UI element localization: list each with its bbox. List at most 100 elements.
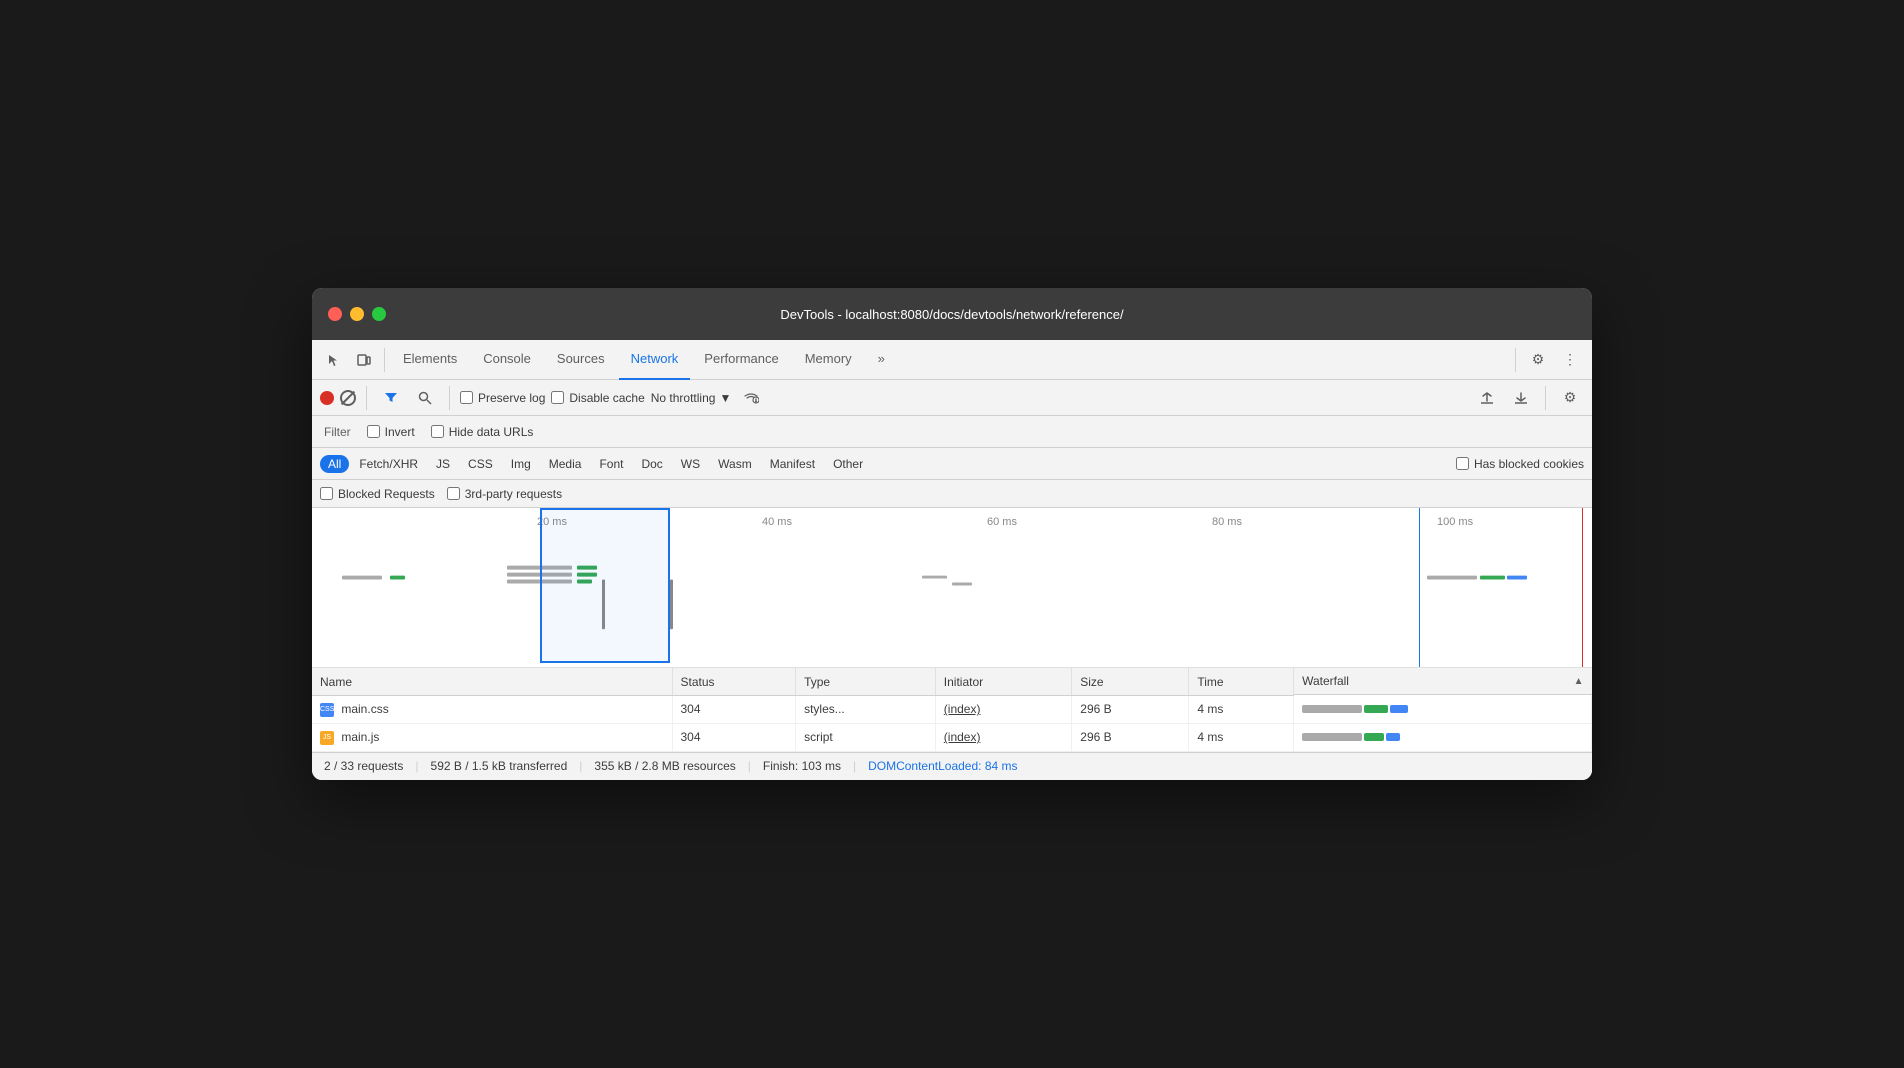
divider-3 xyxy=(366,386,367,410)
network-settings-btn[interactable]: ⚙ xyxy=(1556,384,1584,412)
hide-data-urls-checkbox-label[interactable]: Hide data URLs xyxy=(431,425,534,439)
disable-cache-checkbox[interactable] xyxy=(551,391,564,404)
col-type[interactable]: Type xyxy=(796,668,936,695)
preserve-log-checkbox[interactable] xyxy=(460,391,473,404)
search-icon-btn[interactable] xyxy=(411,384,439,412)
maximize-button[interactable] xyxy=(372,307,386,321)
waterfall-blue-css xyxy=(1390,705,1408,713)
timeline-svg xyxy=(312,508,1592,667)
has-blocked-cookies-label[interactable]: Has blocked cookies xyxy=(1456,457,1584,471)
table-row[interactable]: JS main.js 304 script (index) 296 B 4 ms xyxy=(312,723,1592,751)
col-initiator[interactable]: Initiator xyxy=(935,668,1071,695)
table-row[interactable]: CSS main.css 304 styles... (index) 296 B… xyxy=(312,695,1592,723)
waterfall-bars-css xyxy=(1302,705,1583,713)
blocked-requests-checkbox-label[interactable]: Blocked Requests xyxy=(320,487,435,501)
cell-waterfall-js xyxy=(1294,723,1592,751)
record-button[interactable] xyxy=(320,391,334,405)
type-btn-css[interactable]: CSS xyxy=(460,455,501,473)
cell-size-css: 296 B xyxy=(1072,695,1189,723)
sort-arrow-icon: ▲ xyxy=(1574,676,1584,687)
col-size[interactable]: Size xyxy=(1072,668,1189,695)
waterfall-gray-js xyxy=(1302,733,1362,741)
initiator-link-css[interactable]: (index) xyxy=(944,702,981,716)
tab-sources[interactable]: Sources xyxy=(545,340,617,380)
tab-console[interactable]: Console xyxy=(471,340,543,380)
waterfall-green-js xyxy=(1364,733,1384,741)
requests-table: Name Status Type Initiator Size xyxy=(312,668,1592,751)
invert-checkbox-label[interactable]: Invert xyxy=(367,425,415,439)
waterfall-green-css xyxy=(1364,705,1388,713)
status-divider-3: | xyxy=(748,759,751,773)
close-button[interactable] xyxy=(328,307,342,321)
status-divider-2: | xyxy=(579,759,582,773)
cell-type-js: script xyxy=(796,723,936,751)
type-btn-manifest[interactable]: Manifest xyxy=(762,455,823,473)
transferred-size: 592 B / 1.5 kB transferred xyxy=(431,759,568,773)
has-blocked-cookies-area: Has blocked cookies xyxy=(1456,457,1584,471)
network-toolbar-right: ⚙ xyxy=(1473,384,1584,412)
type-btn-fetch-xhr[interactable]: Fetch/XHR xyxy=(351,455,426,473)
disable-cache-checkbox-label[interactable]: Disable cache xyxy=(551,391,644,405)
more-options-btn[interactable]: ⋮ xyxy=(1556,346,1584,374)
top-toolbar: Elements Console Sources Network Perform… xyxy=(312,340,1592,380)
col-status[interactable]: Status xyxy=(672,668,796,695)
divider-5 xyxy=(1545,386,1546,410)
divider-2 xyxy=(1515,348,1516,372)
col-name[interactable]: Name xyxy=(312,668,672,695)
status-divider-4: | xyxy=(853,759,856,773)
tab-elements[interactable]: Elements xyxy=(391,340,469,380)
third-party-checkbox[interactable] xyxy=(447,487,460,500)
type-btn-js[interactable]: JS xyxy=(428,455,458,473)
titlebar: DevTools - localhost:8080/docs/devtools/… xyxy=(312,288,1592,340)
tab-memory[interactable]: Memory xyxy=(793,340,864,380)
col-time[interactable]: Time xyxy=(1189,668,1294,695)
devtools-body: Elements Console Sources Network Perform… xyxy=(312,340,1592,779)
throttle-select[interactable]: No throttling ▼ xyxy=(651,391,732,405)
top-toolbar-right: ⚙ ⋮ xyxy=(1511,346,1584,374)
invert-checkbox[interactable] xyxy=(367,425,380,438)
device-toggle-btn[interactable] xyxy=(350,346,378,374)
hide-data-urls-checkbox[interactable] xyxy=(431,425,444,438)
type-btn-media[interactable]: Media xyxy=(541,455,590,473)
status-bar: 2 / 33 requests | 592 B / 1.5 kB transfe… xyxy=(312,752,1592,780)
window-title: DevTools - localhost:8080/docs/devtools/… xyxy=(780,307,1123,322)
waterfall-blue-js xyxy=(1386,733,1400,741)
table-area: Name Status Type Initiator Size xyxy=(312,668,1592,751)
filter-icon-btn[interactable] xyxy=(377,384,405,412)
download-icon-btn[interactable] xyxy=(1507,384,1535,412)
type-btn-wasm[interactable]: Wasm xyxy=(710,455,760,473)
minimize-button[interactable] xyxy=(350,307,364,321)
waterfall-bars-js xyxy=(1302,733,1583,741)
status-divider-1: | xyxy=(415,759,418,773)
type-btn-ws[interactable]: WS xyxy=(673,455,708,473)
type-btn-font[interactable]: Font xyxy=(591,455,631,473)
dom-content-loaded-status: DOMContentLoaded: 84 ms xyxy=(868,759,1017,773)
initiator-link-js[interactable]: (index) xyxy=(944,730,981,744)
devtools-window: DevTools - localhost:8080/docs/devtools/… xyxy=(312,288,1592,779)
type-btn-all[interactable]: All xyxy=(320,455,349,473)
divider-4 xyxy=(449,386,450,410)
type-btn-other[interactable]: Other xyxy=(825,455,871,473)
wifi-settings-icon-btn[interactable] xyxy=(737,384,765,412)
col-waterfall[interactable]: Waterfall ▲ xyxy=(1294,668,1591,695)
network-toolbar: Preserve log Disable cache No throttling… xyxy=(312,380,1592,416)
resources-size: 355 kB / 2.8 MB resources xyxy=(594,759,735,773)
type-btn-doc[interactable]: Doc xyxy=(633,455,670,473)
tab-more[interactable]: » xyxy=(866,340,897,380)
settings-icon-btn[interactable]: ⚙ xyxy=(1524,346,1552,374)
blocked-requests-checkbox[interactable] xyxy=(320,487,333,500)
tab-network[interactable]: Network xyxy=(619,340,691,380)
cell-initiator-js: (index) xyxy=(935,723,1071,751)
css-file-icon: CSS xyxy=(320,703,334,717)
clear-button[interactable] xyxy=(340,390,356,406)
upload-icon-btn[interactable] xyxy=(1473,384,1501,412)
tab-performance[interactable]: Performance xyxy=(692,340,790,380)
cell-name-js: JS main.js xyxy=(312,723,672,751)
cell-type-css: styles... xyxy=(796,695,936,723)
type-btn-img[interactable]: Img xyxy=(503,455,539,473)
preserve-log-checkbox-label[interactable]: Preserve log xyxy=(460,391,545,405)
has-blocked-cookies-checkbox[interactable] xyxy=(1456,457,1469,470)
third-party-checkbox-label[interactable]: 3rd-party requests xyxy=(447,487,562,501)
cell-time-css: 4 ms xyxy=(1189,695,1294,723)
cursor-icon-btn[interactable] xyxy=(320,346,348,374)
